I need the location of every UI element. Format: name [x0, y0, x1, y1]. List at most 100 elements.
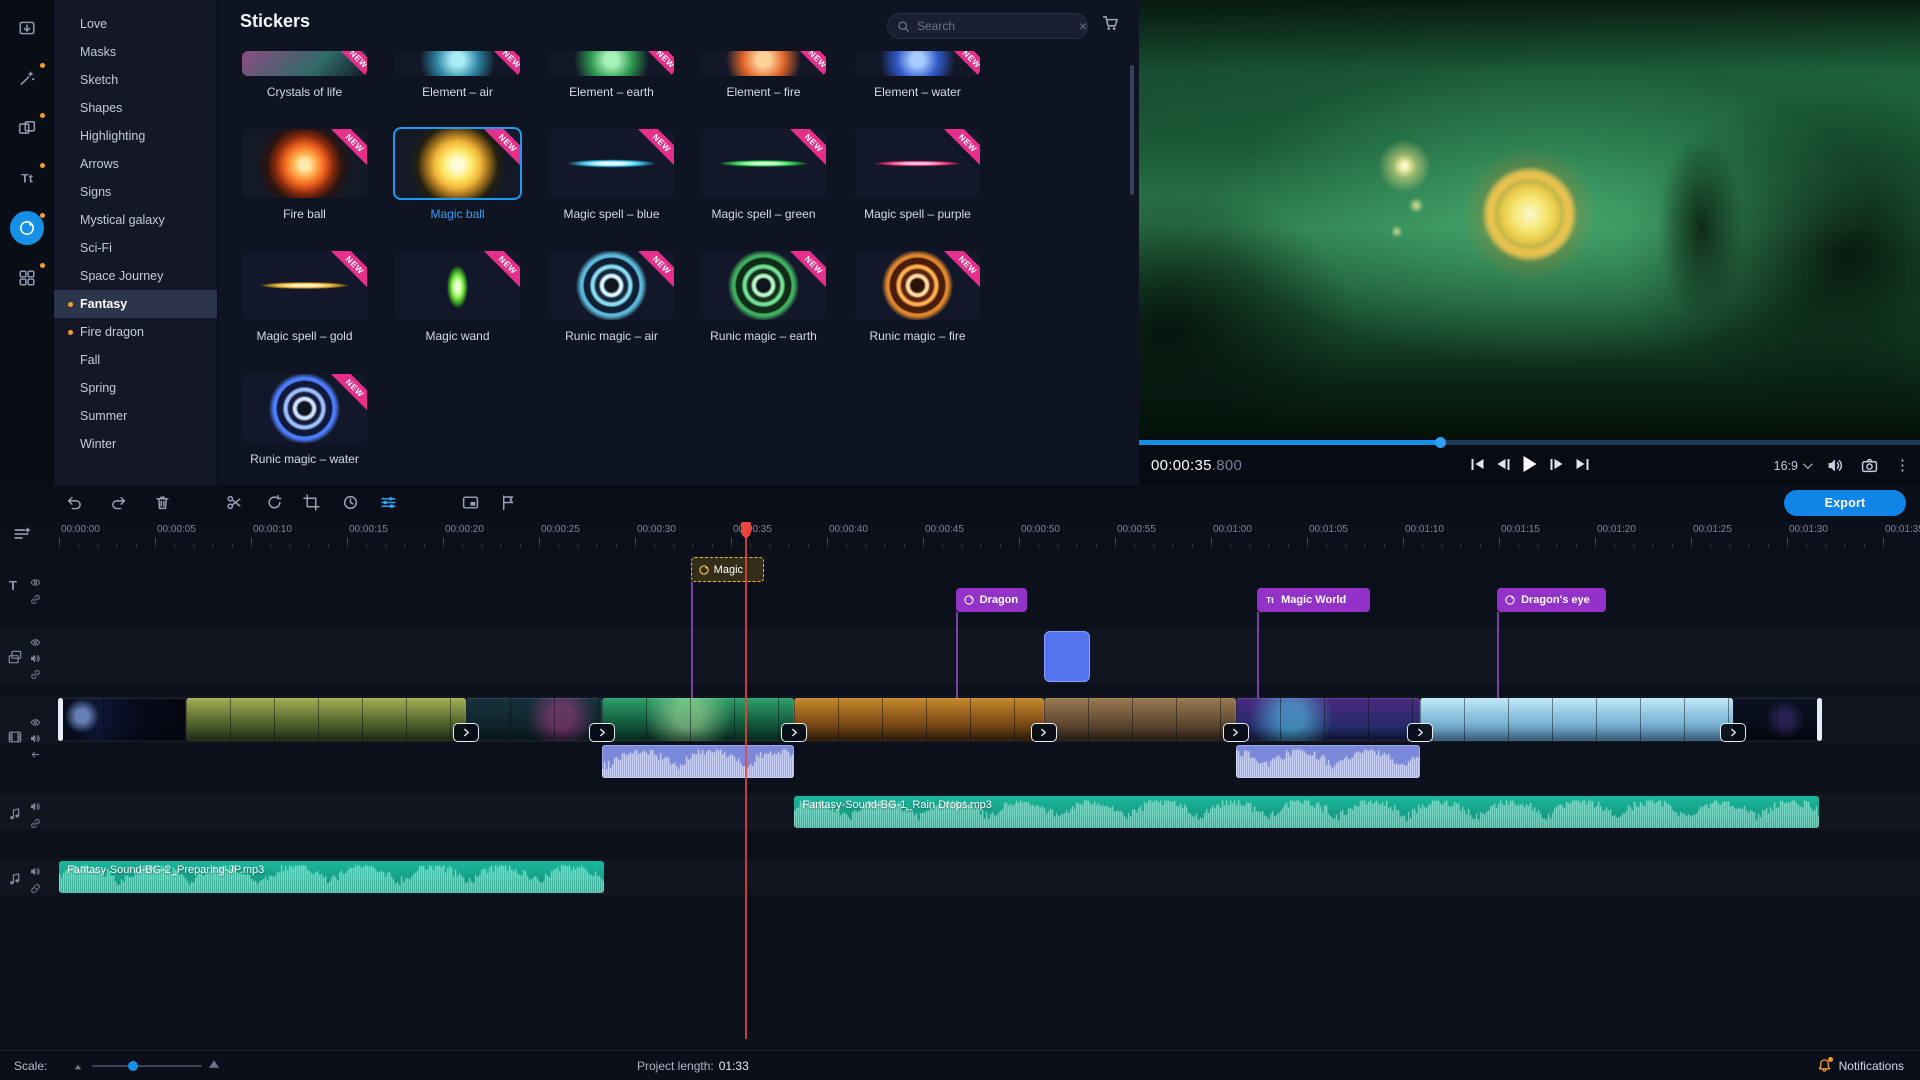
sidebar-item-transitions[interactable]	[0, 110, 54, 146]
sidebar-item-more-tools[interactable]	[0, 260, 54, 296]
snapshot-camera-icon[interactable]	[1861, 457, 1878, 474]
category-item[interactable]: Signs	[54, 178, 217, 206]
video-clip[interactable]	[1044, 698, 1236, 741]
linked-audio-clip[interactable]	[1236, 745, 1420, 778]
title-clip[interactable]: Dragon's eye	[1497, 588, 1606, 612]
scale-slider[interactable]	[92, 1065, 202, 1067]
category-item[interactable]: Fantasy	[54, 290, 217, 318]
video-clip[interactable]	[1733, 698, 1819, 741]
sticker-tile[interactable]: NEW	[701, 129, 826, 198]
category-item[interactable]: Love	[54, 10, 217, 38]
video-clip[interactable]	[1236, 698, 1420, 741]
category-item[interactable]: Summer	[54, 402, 217, 430]
clip-properties-button[interactable]	[380, 494, 398, 512]
sticker-tile[interactable]: NEW	[701, 51, 826, 76]
transition-badge[interactable]	[589, 723, 615, 742]
sidebar-item-stickers[interactable]	[0, 210, 54, 246]
notifications-button[interactable]: Notifications	[1817, 1058, 1904, 1073]
category-item[interactable]: Mystical galaxy	[54, 206, 217, 234]
sidebar-item-import[interactable]	[0, 10, 54, 46]
play-button[interactable]	[1523, 456, 1536, 472]
scale-slider-handle[interactable]	[128, 1061, 138, 1071]
sticker-tile[interactable]: NEW	[395, 51, 520, 76]
sticker-tile[interactable]: NEW	[549, 251, 674, 320]
sticker-tile[interactable]: NEW	[242, 129, 367, 198]
title-track-visibility-icon[interactable]	[30, 577, 41, 588]
more-options-icon[interactable]: ⋮	[1895, 458, 1910, 473]
video-clip[interactable]	[466, 698, 602, 741]
transition-badge[interactable]	[453, 723, 479, 742]
transition-badge[interactable]	[1720, 723, 1746, 742]
skip-end-button[interactable]	[1576, 456, 1588, 472]
title-track-link-icon[interactable]	[30, 594, 41, 605]
zoom-out-icon[interactable]	[75, 1065, 81, 1070]
sticker-tile[interactable]: NEW	[549, 129, 674, 198]
track-menu-icon[interactable]	[13, 525, 33, 545]
category-item[interactable]: Winter	[54, 430, 217, 458]
skip-start-button[interactable]	[1471, 456, 1483, 472]
title-clip[interactable]: Dragon	[956, 588, 1027, 612]
volume-icon[interactable]	[1827, 457, 1844, 474]
undo-button[interactable]	[66, 494, 84, 512]
split-button[interactable]	[226, 494, 244, 512]
stickers-scrollbar[interactable]	[1130, 65, 1134, 195]
frame-back-button[interactable]	[1497, 456, 1509, 472]
playhead-line[interactable]	[745, 537, 747, 1039]
delete-button[interactable]	[154, 494, 172, 512]
video-clip[interactable]	[794, 698, 1044, 741]
linked-audio-clip[interactable]	[602, 745, 794, 778]
category-item[interactable]: Fall	[54, 346, 217, 374]
audio-clip[interactable]: Fantasy-Sound-BG-1_Rain Drops.mp3	[794, 796, 1819, 828]
aspect-ratio-dropdown[interactable]: 16:9	[1774, 459, 1810, 473]
rotate-button[interactable]	[266, 494, 284, 512]
audio-clip[interactable]: Fantasy-Sound-BG-2_Preparing-JP.mp3	[59, 861, 604, 893]
category-item[interactable]: Space Journey	[54, 262, 217, 290]
title-clip[interactable]: Magic World	[1257, 588, 1370, 612]
video-track-arrow-icon[interactable]	[30, 749, 41, 760]
search-input[interactable]	[917, 19, 1072, 33]
store-cart-icon[interactable]	[1102, 14, 1122, 34]
sticker-tile[interactable]: NEW	[395, 129, 520, 198]
marker-button[interactable]	[500, 494, 518, 512]
video-clip[interactable]	[602, 698, 794, 741]
sticker-tile[interactable]: NEW	[855, 251, 980, 320]
transition-badge[interactable]	[781, 723, 807, 742]
sidebar-item-titles[interactable]	[0, 160, 54, 196]
search-box[interactable]: ×	[887, 13, 1088, 39]
duration-button[interactable]	[342, 494, 360, 512]
transition-badge[interactable]	[1223, 723, 1249, 742]
redo-button[interactable]	[110, 494, 128, 512]
category-item[interactable]: Masks	[54, 38, 217, 66]
video-clip[interactable]	[1420, 698, 1733, 741]
seek-bar[interactable]	[1139, 440, 1920, 445]
category-item[interactable]: Sketch	[54, 66, 217, 94]
category-item[interactable]: Fire dragon	[54, 318, 217, 346]
category-item[interactable]: Highlighting	[54, 122, 217, 150]
sticker-tile[interactable]: NEW	[855, 51, 980, 76]
playhead-handle[interactable]	[741, 522, 751, 534]
transition-badge[interactable]	[1407, 723, 1433, 742]
category-item[interactable]: Shapes	[54, 94, 217, 122]
zoom-in-icon[interactable]	[209, 1060, 219, 1068]
overlay-clip[interactable]	[1044, 631, 1090, 682]
sticker-tile[interactable]: NEW	[242, 251, 367, 320]
video-clip[interactable]	[186, 698, 466, 741]
sticker-tile[interactable]: NEW	[549, 51, 674, 76]
overlay-button[interactable]	[462, 494, 480, 512]
sticker-tile[interactable]: NEW	[855, 129, 980, 198]
video-clip[interactable]	[59, 698, 186, 741]
selected-sticker-clip[interactable]: Magic	[691, 557, 764, 582]
crop-button[interactable]	[303, 494, 321, 512]
sticker-tile[interactable]: NEW	[242, 51, 367, 76]
category-item[interactable]: Arrows	[54, 150, 217, 178]
sidebar-item-filters[interactable]	[0, 60, 54, 96]
sticker-tile[interactable]: NEW	[395, 251, 520, 320]
seek-handle[interactable]	[1435, 437, 1446, 448]
clear-search-icon[interactable]: ×	[1079, 19, 1087, 33]
export-button[interactable]: Export	[1784, 490, 1906, 516]
category-item[interactable]: Spring	[54, 374, 217, 402]
clip-edge-handle[interactable]	[58, 698, 63, 741]
sticker-tile[interactable]: NEW	[701, 251, 826, 320]
transition-badge[interactable]	[1031, 723, 1057, 742]
category-item[interactable]: Sci-Fi	[54, 234, 217, 262]
